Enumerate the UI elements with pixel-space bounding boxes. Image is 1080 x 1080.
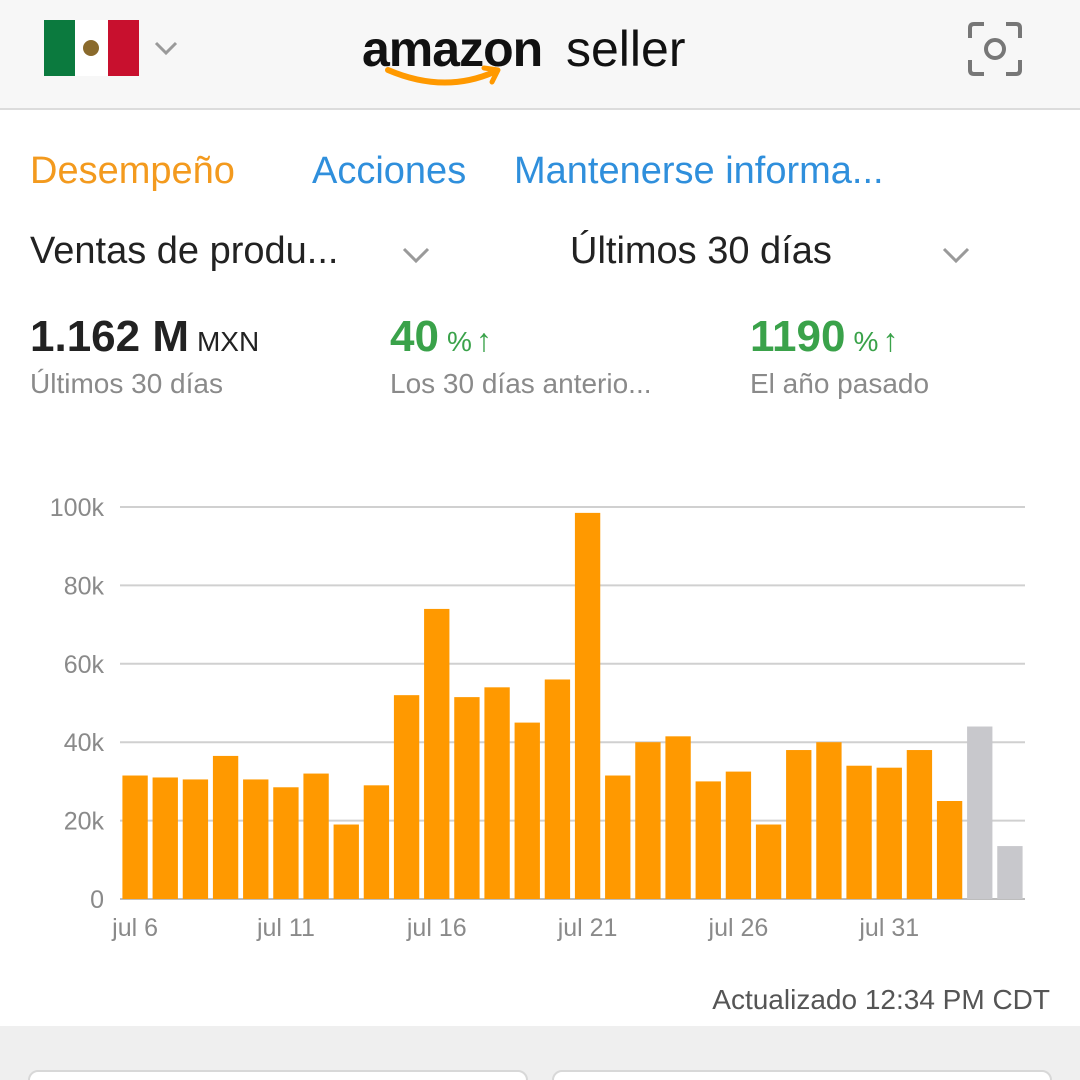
tab-bar: Desempeño Acciones Mantenerse informa... bbox=[0, 110, 1080, 210]
y-tick-label: 40k bbox=[64, 729, 105, 757]
chart-bar[interactable] bbox=[454, 697, 480, 899]
chart-bar[interactable] bbox=[725, 771, 752, 899]
chart-bar[interactable] bbox=[786, 750, 812, 899]
period-select[interactable]: Últimos 30 días bbox=[570, 230, 832, 273]
amazon-seller-logo: amazon seller bbox=[362, 12, 722, 92]
amazon-smile-icon bbox=[385, 65, 501, 86]
y-tick-label: 0 bbox=[90, 886, 104, 914]
summary-card[interactable] bbox=[28, 1070, 528, 1080]
chart-bar[interactable] bbox=[303, 773, 329, 899]
chart-bar[interactable] bbox=[273, 787, 299, 899]
arrow-up-icon: ↑ bbox=[882, 322, 899, 358]
top-bar: amazon seller bbox=[0, 0, 1080, 110]
chevron-down-icon[interactable] bbox=[400, 238, 432, 270]
metric-select[interactable]: Ventas de produ... bbox=[30, 230, 338, 273]
chart-bar[interactable] bbox=[574, 512, 601, 899]
chart-bar[interactable] bbox=[846, 765, 872, 899]
chart-bar[interactable] bbox=[605, 775, 631, 899]
chart-bar[interactable] bbox=[393, 695, 420, 899]
scan-icon[interactable] bbox=[966, 20, 1024, 78]
chart-bar[interactable] bbox=[152, 777, 178, 899]
logo-secondary: seller bbox=[566, 21, 686, 77]
chart-bar[interactable] bbox=[695, 781, 721, 899]
chart-canvas: 0 20k 40k 60k 80k 100k jul 6 jul 11 jul 16 jul 21… bbox=[50, 494, 1025, 942]
x-tick-label: jul 26 bbox=[708, 914, 769, 942]
y-tick-label: 100k bbox=[50, 494, 105, 522]
x-tick-label: jul 6 bbox=[111, 914, 158, 942]
metric-label: Los 30 días anterio... bbox=[390, 368, 652, 399]
chart-bar[interactable] bbox=[544, 679, 571, 899]
tab-desempeno[interactable]: Desempeño bbox=[30, 150, 235, 193]
chart-bar[interactable] bbox=[755, 824, 782, 899]
metric-value: 1.162 M bbox=[30, 312, 189, 361]
chart-bar[interactable] bbox=[424, 608, 450, 899]
chart-bar[interactable] bbox=[876, 767, 902, 899]
chevron-down-icon[interactable] bbox=[152, 34, 180, 62]
metric-label: Últimos 30 días bbox=[30, 368, 223, 399]
chart-bar[interactable] bbox=[333, 824, 359, 899]
metric-unit: % bbox=[853, 326, 879, 357]
chart-bar[interactable] bbox=[635, 742, 661, 899]
chart-bar[interactable] bbox=[484, 687, 510, 899]
x-tick-label: jul 16 bbox=[406, 914, 467, 942]
footer-area bbox=[0, 1026, 1080, 1080]
chart-bar[interactable] bbox=[967, 726, 993, 899]
chevron-down-icon[interactable] bbox=[940, 238, 972, 270]
x-tick-label: jul 21 bbox=[557, 914, 618, 942]
mexico-flag-icon[interactable] bbox=[44, 20, 139, 76]
metric-vs-previous: 40% ↑ Los 30 días anterio... bbox=[390, 312, 652, 399]
metric-vs-last-year: 1190% ↑ El año pasado bbox=[750, 312, 929, 399]
x-tick-label: jul 11 bbox=[256, 914, 315, 942]
chart-bar[interactable] bbox=[212, 755, 239, 899]
tab-mantenerse-informado[interactable]: Mantenerse informa... bbox=[514, 150, 884, 193]
chart-bar[interactable] bbox=[514, 722, 540, 899]
updated-timestamp: Actualizado 12:34 PM CDT bbox=[712, 984, 1050, 1015]
chart-bar[interactable] bbox=[182, 779, 209, 899]
chart-bar[interactable] bbox=[997, 846, 1023, 899]
metric-total-sales: 1.162 M MXN Últimos 30 días bbox=[30, 312, 260, 399]
chart-bar[interactable] bbox=[122, 775, 148, 899]
metric-value: 1190 bbox=[750, 312, 846, 361]
y-tick-label: 80k bbox=[64, 572, 105, 600]
chart-bar[interactable] bbox=[665, 736, 691, 899]
y-tick-label: 60k bbox=[64, 651, 105, 679]
arrow-up-icon: ↑ bbox=[475, 322, 492, 358]
y-tick-label: 20k bbox=[64, 808, 105, 836]
chart-bar[interactable] bbox=[906, 750, 933, 899]
tab-acciones[interactable]: Acciones bbox=[312, 150, 466, 193]
metric-unit: MXN bbox=[196, 326, 260, 357]
metric-value: 40 bbox=[390, 312, 439, 361]
summary-card[interactable] bbox=[552, 1070, 1052, 1080]
sales-bar-chart: 0 20k 40k 60k 80k 100k jul 6 jul 11 jul 16 jul 21… bbox=[0, 470, 1080, 970]
metric-label: El año pasado bbox=[750, 368, 930, 399]
chart-bar[interactable] bbox=[363, 785, 390, 899]
metric-unit: % bbox=[446, 326, 472, 357]
chart-bar[interactable] bbox=[936, 801, 963, 899]
chart-bar[interactable] bbox=[816, 742, 842, 899]
x-tick-label: jul 31 bbox=[858, 914, 919, 942]
chart-bar[interactable] bbox=[243, 779, 269, 899]
